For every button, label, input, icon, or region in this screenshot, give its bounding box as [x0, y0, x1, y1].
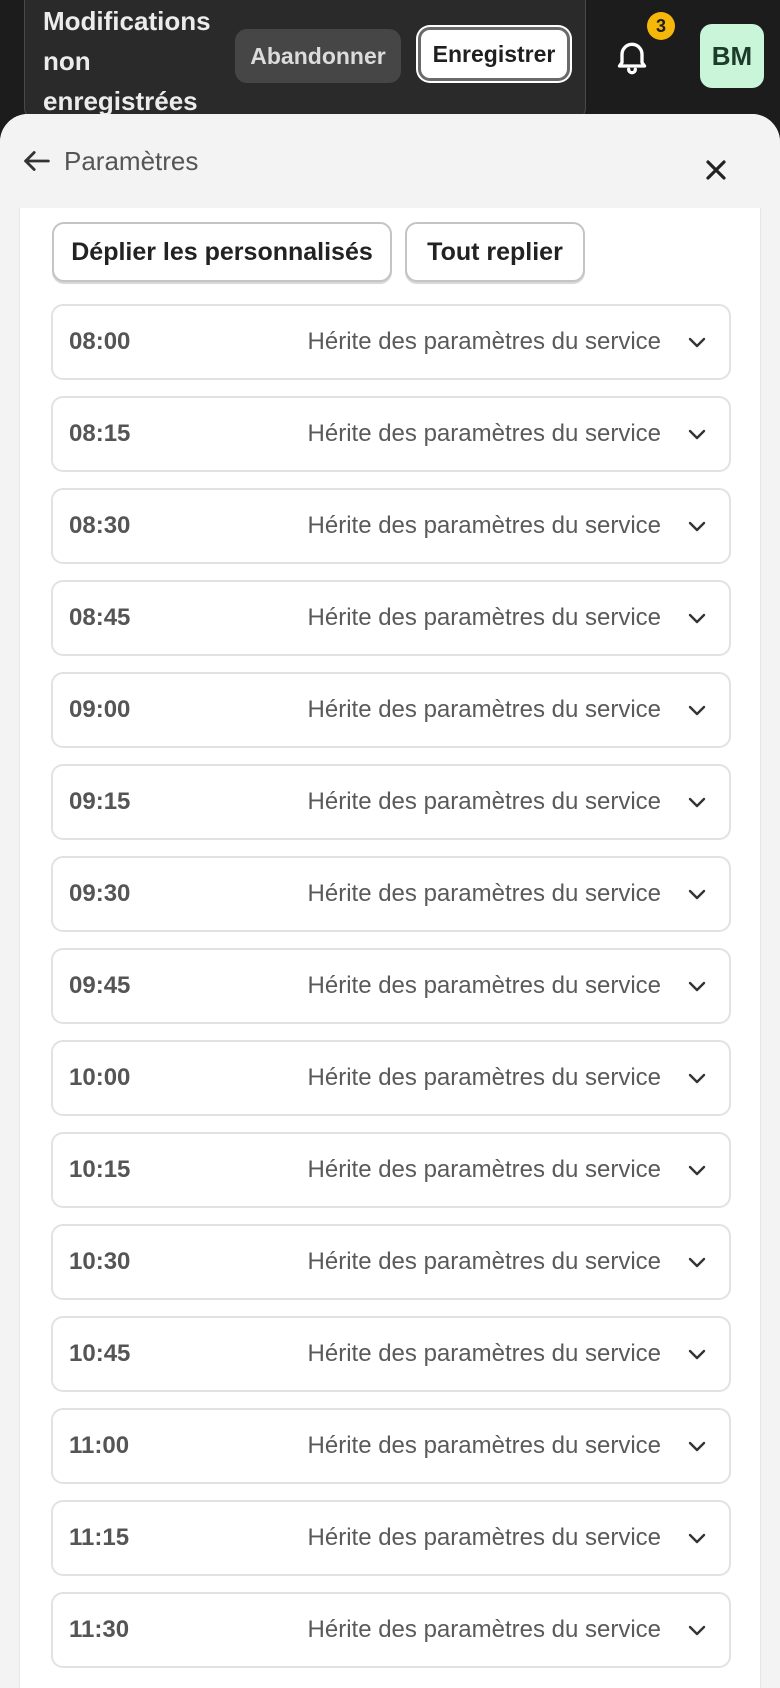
sheet-header: Paramètres: [0, 114, 780, 208]
slot-time: 10:30: [69, 1248, 131, 1275]
chevron-down-icon: [688, 797, 706, 808]
slot-time: 11:15: [69, 1524, 130, 1551]
save-button[interactable]: Enregistrer: [418, 27, 570, 81]
time-slot-row[interactable]: 11:30 Hérite des paramètres du service: [51, 1592, 731, 1668]
chevron-down-icon: [688, 1257, 706, 1268]
back-arrow-icon[interactable]: [20, 144, 54, 178]
slot-status: Hérite des paramètres du service: [307, 788, 661, 815]
chevron-down-icon: [688, 337, 706, 348]
slot-time: 08:00: [69, 328, 131, 355]
time-slot-row[interactable]: 11:15 Hérite des paramètres du service: [51, 1500, 731, 1576]
slot-time: 08:45: [69, 604, 131, 631]
slot-time: 11:00: [69, 1432, 130, 1459]
slot-status: Hérite des paramètres du service: [307, 1248, 661, 1275]
slot-time: 11:30: [69, 1616, 130, 1643]
slot-time: 10:45: [69, 1340, 131, 1367]
slot-status: Hérite des paramètres du service: [307, 604, 661, 631]
time-slot-row[interactable]: 09:30 Hérite des paramètres du service: [51, 856, 731, 932]
slot-status: Hérite des paramètres du service: [307, 1156, 661, 1183]
time-slot-row[interactable]: 08:15 Hérite des paramètres du service: [51, 396, 731, 472]
expand-custom-button[interactable]: Déplier les personnalisés: [52, 222, 392, 282]
time-slot-row[interactable]: 08:00 Hérite des paramètres du service: [51, 304, 731, 380]
slot-time: 09:15: [69, 788, 131, 815]
time-slot-row[interactable]: 09:45 Hérite des paramètres du service: [51, 948, 731, 1024]
chevron-down-icon: [688, 981, 706, 992]
slot-status: Hérite des paramètres du service: [307, 420, 661, 447]
top-bar: Modifications non enregistrées Abandonne…: [0, 0, 780, 130]
slot-time: 08:30: [69, 512, 131, 539]
settings-sheet: Paramètres Déplier les personnalisés Tou…: [0, 114, 780, 1688]
chevron-down-icon: [688, 1165, 706, 1176]
slot-status: Hérite des paramètres du service: [307, 972, 661, 999]
unsaved-changes-message: Modifications non enregistrées: [43, 6, 211, 116]
slot-time: 09:00: [69, 696, 131, 723]
slot-status: Hérite des paramètres du service: [307, 512, 661, 539]
time-slot-row[interactable]: 10:00 Hérite des paramètres du service: [51, 1040, 731, 1116]
time-slot-row[interactable]: 10:15 Hérite des paramètres du service: [51, 1132, 731, 1208]
collapse-all-button[interactable]: Tout replier: [405, 222, 585, 282]
notifications-button[interactable]: [612, 36, 652, 76]
slot-status: Hérite des paramètres du service: [307, 1616, 661, 1643]
slot-status: Hérite des paramètres du service: [307, 1340, 661, 1367]
close-icon[interactable]: [700, 154, 732, 186]
slot-status: Hérite des paramètres du service: [307, 1524, 661, 1551]
chevron-down-icon: [688, 1441, 706, 1452]
time-slot-row[interactable]: 09:15 Hérite des paramètres du service: [51, 764, 731, 840]
user-avatar[interactable]: BM: [700, 24, 764, 88]
time-slot-row[interactable]: 08:45 Hérite des paramètres du service: [51, 580, 731, 656]
slot-time: 09:30: [69, 880, 131, 907]
chevron-down-icon: [688, 1533, 706, 1544]
time-slot-row[interactable]: 09:00 Hérite des paramètres du service: [51, 672, 731, 748]
time-slots-panel: Déplier les personnalisés Tout replier 0…: [19, 208, 761, 1688]
time-slot-row[interactable]: 10:30 Hérite des paramètres du service: [51, 1224, 731, 1300]
slot-time: 10:00: [69, 1064, 131, 1091]
sheet-title: Paramètres: [64, 146, 199, 176]
chevron-down-icon: [688, 521, 706, 532]
slot-time: 10:15: [69, 1156, 131, 1183]
unsaved-changes-bar: Modifications non enregistrées Abandonne…: [24, 0, 586, 120]
chevron-down-icon: [688, 613, 706, 624]
time-slot-row[interactable]: 11:00 Hérite des paramètres du service: [51, 1408, 731, 1484]
chevron-down-icon: [688, 1625, 706, 1636]
chevron-down-icon: [688, 1349, 706, 1360]
slot-status: Hérite des paramètres du service: [307, 880, 661, 907]
notification-count-badge: 3: [647, 12, 675, 40]
time-slot-row[interactable]: 10:45 Hérite des paramètres du service: [51, 1316, 731, 1392]
slot-time: 09:45: [69, 972, 131, 999]
slot-time: 08:15: [69, 420, 131, 447]
time-slot-row[interactable]: 08:30 Hérite des paramètres du service: [51, 488, 731, 564]
slot-status: Hérite des paramètres du service: [307, 328, 661, 355]
chevron-down-icon: [688, 889, 706, 900]
chevron-down-icon: [688, 429, 706, 440]
slot-status: Hérite des paramètres du service: [307, 1432, 661, 1459]
slot-status: Hérite des paramètres du service: [307, 696, 661, 723]
slot-status: Hérite des paramètres du service: [307, 1064, 661, 1091]
bell-icon: [617, 42, 647, 75]
time-slot-list: 08:00 Hérite des paramètres du service 0…: [51, 304, 731, 1684]
discard-button[interactable]: Abandonner: [235, 29, 401, 83]
chevron-down-icon: [688, 705, 706, 716]
chevron-down-icon: [688, 1073, 706, 1084]
